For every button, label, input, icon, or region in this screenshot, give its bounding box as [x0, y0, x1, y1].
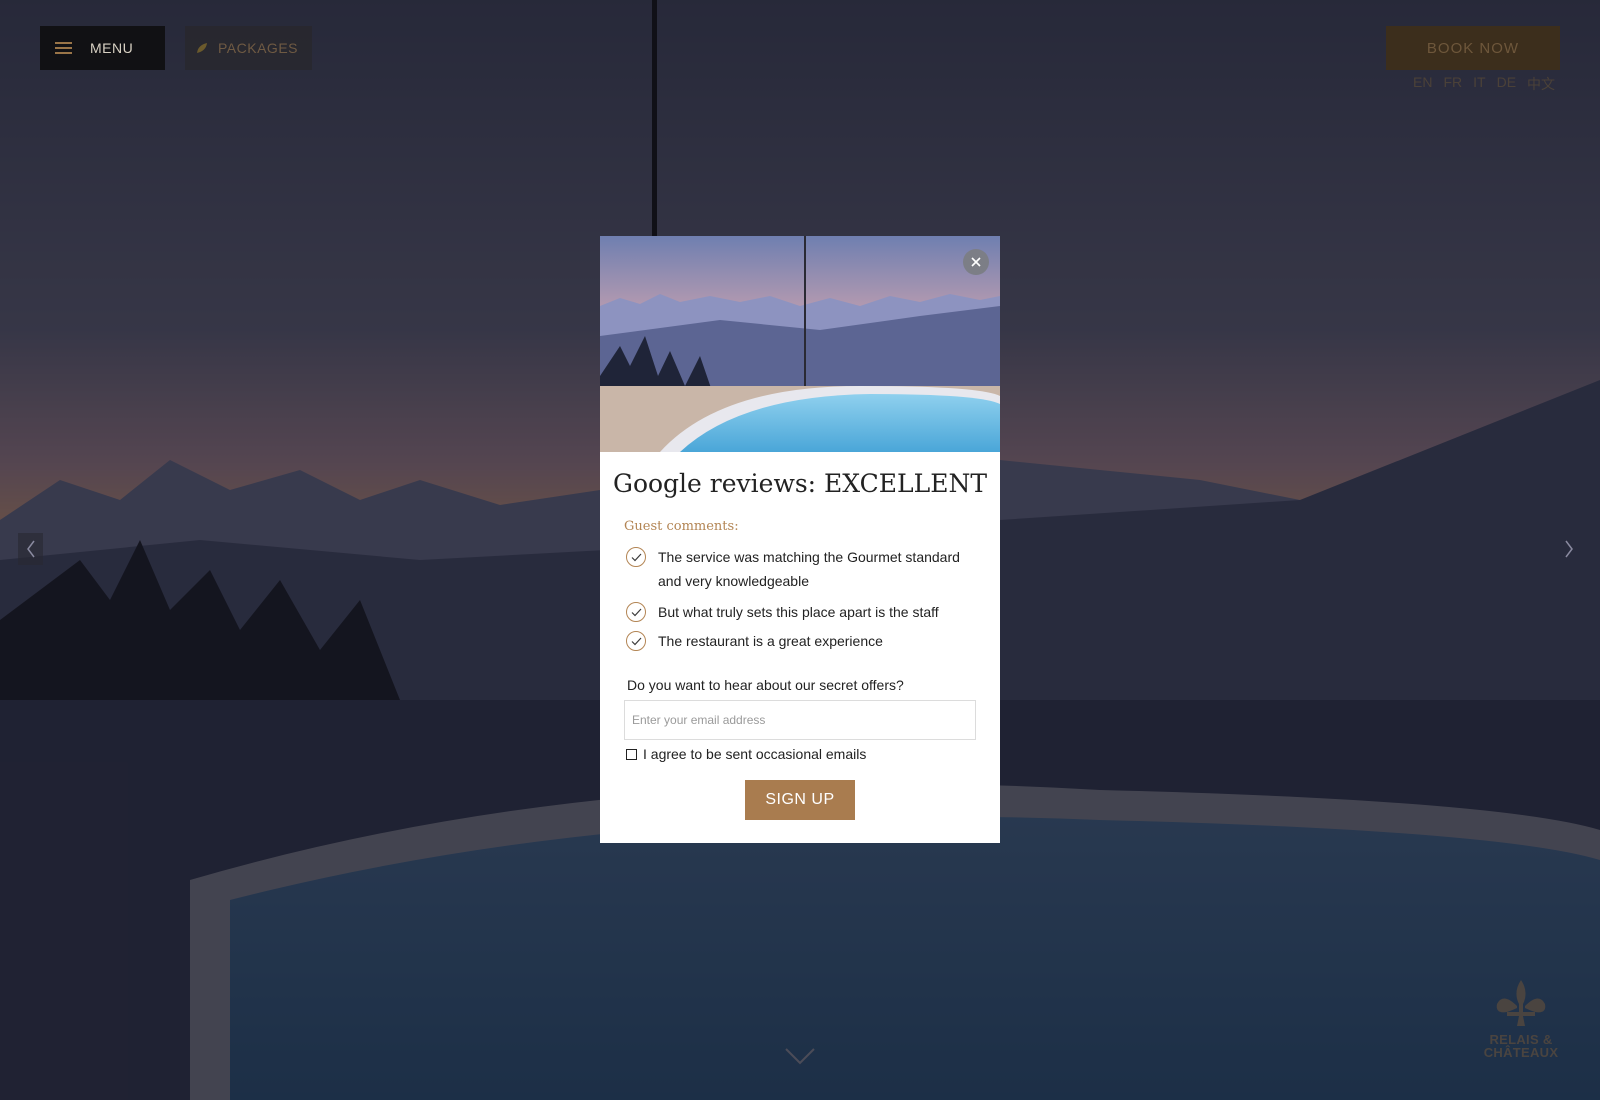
comment-item: The restaurant is a great experience	[624, 629, 974, 653]
relais-chateaux-logo: RELAIS & CHÂTEAUX	[1480, 978, 1562, 1070]
lang-zh[interactable]: 中文	[1527, 74, 1555, 94]
check-circle-icon	[626, 631, 646, 651]
fleur-de-lis-icon	[1496, 980, 1546, 1026]
check-circle-icon	[626, 547, 646, 567]
book-now-button[interactable]: BOOK NOW	[1386, 26, 1560, 70]
comment-item: But what truly sets this place apart is …	[624, 600, 974, 624]
guest-comments-label: Guest comments:	[624, 519, 739, 534]
slider-prev-button[interactable]	[18, 533, 43, 565]
language-switcher: EN FR IT DE 中文	[1413, 74, 1555, 94]
check-circle-icon	[626, 602, 646, 622]
comment-text: The service was matching the Gourmet sta…	[658, 549, 960, 589]
hamburger-icon	[55, 42, 72, 54]
comment-item: The service was matching the Gourmet sta…	[624, 545, 974, 593]
lang-en[interactable]: EN	[1413, 74, 1432, 94]
jacuzzi-image	[600, 236, 1000, 452]
logo-text: RELAIS & CHÂTEAUX	[1483, 1032, 1559, 1060]
chevron-left-icon	[26, 540, 35, 558]
agree-label: I agree to be sent occasional emails	[643, 746, 867, 762]
lang-fr[interactable]: FR	[1443, 74, 1462, 94]
offer-question: Do you want to hear about our secret off…	[627, 677, 904, 693]
agree-checkbox[interactable]: I agree to be sent occasional emails	[626, 746, 866, 762]
comment-text: But what truly sets this place apart is …	[658, 604, 939, 620]
leaf-icon	[197, 43, 207, 53]
chevron-down-icon[interactable]	[784, 1046, 816, 1066]
modal-title: Google reviews: EXCELLENT	[612, 469, 988, 498]
email-input[interactable]	[624, 700, 976, 740]
slider-next-button[interactable]	[1556, 533, 1581, 565]
packages-label: PACKAGES	[218, 40, 298, 56]
menu-label: MENU	[90, 40, 134, 56]
sign-up-button[interactable]: SIGN UP	[745, 780, 855, 820]
checkbox-square[interactable]	[626, 748, 637, 760]
modal-image	[600, 236, 1000, 452]
close-modal-button[interactable]	[963, 249, 989, 275]
packages-button[interactable]: PACKAGES	[185, 26, 312, 70]
newsletter-modal: Google reviews: EXCELLENT Guest comments…	[600, 236, 1000, 843]
close-icon	[971, 257, 981, 267]
menu-button[interactable]: MENU	[40, 26, 165, 70]
lang-de[interactable]: DE	[1497, 74, 1516, 94]
lang-it[interactable]: IT	[1473, 74, 1485, 94]
chevron-right-icon	[1564, 540, 1573, 558]
comment-text: The restaurant is a great experience	[658, 633, 883, 649]
